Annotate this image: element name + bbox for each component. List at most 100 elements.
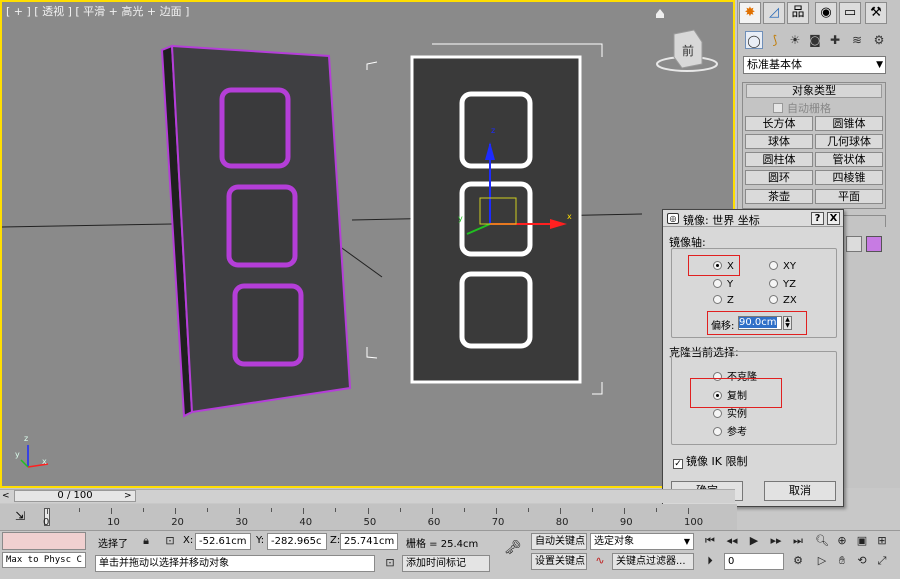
offset-input[interactable]: 90.0cm [738,316,782,330]
orbit-icon[interactable]: ⟲ [854,553,870,569]
clone-reference-radio[interactable]: 参考 [713,423,747,438]
key-mode-icon[interactable]: 🗝︎ [500,540,526,556]
sphere-button[interactable]: 球体 [745,134,813,149]
plane-button[interactable]: 平面 [815,189,883,204]
axis-yz-radio[interactable]: YZ [769,279,796,290]
slider-next-icon[interactable]: > [124,491,132,501]
close-button[interactable]: X [827,212,840,225]
time-config-icon[interactable]: ⚙ [790,553,806,569]
geometry-icon[interactable]: ◯ [745,31,763,49]
shapes-icon[interactable]: ⟆ [766,31,784,49]
trackbar-tick [367,508,369,514]
play-icon[interactable]: ▶ [746,533,762,549]
key-mode-toggle-icon[interactable]: ⏵ [702,553,718,569]
teapot-button[interactable]: 茶壶 [745,189,813,204]
trackbar-tick-label: 90 [619,517,633,528]
y-label: Y: [256,535,265,546]
clone-copy-radio[interactable]: 复制 [713,387,747,402]
perspective-viewport[interactable]: [ + ] [ 透视 ] [ 平滑 + 高光 + 边面 ] 前 z x y z … [0,0,735,488]
viewport-label-menu[interactable]: [ + ] [ 透视 ] [ 平滑 + 高光 + 边面 ] [6,3,189,19]
slider-prev-icon[interactable]: < [2,491,10,501]
trackbar-tick-label: 10 [107,517,120,528]
chevron-down-icon: ▼ [683,537,690,546]
box-button[interactable]: 长方体 [745,116,813,131]
current-frame-field[interactable]: 0 [724,553,784,570]
gizmo-y-label: y [458,214,463,223]
go-to-start-icon[interactable]: ⏮ [702,533,718,549]
cameras-icon[interactable]: ◙ [806,31,824,49]
create-tab-icon[interactable]: ✸ [739,2,761,24]
helpers-icon[interactable]: ✚ [826,31,844,49]
axis-xy-radio[interactable]: XY [769,261,796,272]
field-of-view-icon[interactable]: ▷ [814,553,830,569]
rollout-title[interactable]: 对象类型 [746,84,882,98]
world-grid-line [2,223,173,228]
viewcube-face-label[interactable]: 前 [682,42,694,59]
object-category-dropdown[interactable]: 标准基本体 ▼ [743,56,886,74]
next-frame-icon[interactable]: ▸▸ [768,533,784,549]
axis-y-radio[interactable]: Y [713,279,733,290]
set-key-icon[interactable]: ∿ [592,553,608,569]
name-field-edge[interactable] [846,236,862,252]
torus-button[interactable]: 圆环 [745,170,813,185]
pan-icon[interactable]: ✋︎ [834,553,850,569]
add-time-tag-button[interactable]: 添加时间标记 [402,555,490,572]
dialog-app-icon: ◎ [667,213,679,224]
display-tab-icon[interactable]: ▭ [839,2,861,24]
set-key-button[interactable]: 设置关键点 [531,553,587,570]
trackbar-tick [239,508,241,514]
spacewarps-icon[interactable]: ≋ [848,31,866,49]
trackbar-tick-label: 60 [427,517,441,528]
absolute-mode-icon[interactable]: ⊡ [162,533,178,549]
zoom-extents-all-icon[interactable]: ⊞ [874,533,890,549]
trackbar-tick-label: 40 [299,517,313,528]
cone-button[interactable]: 圆锥体 [815,116,883,131]
key-filters-button[interactable]: 关键点过滤器... [612,553,694,570]
geosphere-button[interactable]: 几何球体 [815,134,883,149]
zoom-extents-icon[interactable]: ▣ [854,533,870,549]
y-coordinate-field[interactable]: -282.965c [267,533,327,550]
systems-icon[interactable]: ⚙ [870,31,888,49]
auto-key-button[interactable]: 自动关键点 [531,533,587,550]
curve-editor-icon[interactable]: ⇲ [10,509,30,525]
autogrid-checkbox[interactable]: 自动栅格 [773,100,831,116]
lights-icon[interactable]: ☀ [786,31,804,49]
previous-frame-icon[interactable]: ◂◂ [724,533,740,549]
clone-instance-radio[interactable]: 实例 [713,405,747,420]
trackbar-tick [463,508,465,512]
pyramid-button[interactable]: 四棱锥 [815,170,883,185]
maxscript-input[interactable]: Max to Physc C [2,552,86,568]
modify-tab-icon[interactable]: ◿ [763,2,785,24]
tripod-z-label: z [24,434,29,443]
dialog-titlebar[interactable]: ◎ 镜像: 世界 坐标 ? X [663,210,843,227]
hierarchy-tab-icon[interactable]: 品 [787,2,809,24]
axis-zx-radio[interactable]: ZX [769,295,797,306]
maxscript-listener-pink[interactable] [2,532,86,550]
offset-spinner[interactable]: ▲ ▼ [783,316,792,330]
gizmo-z-label: z [491,126,496,135]
lock-icon[interactable]: 🔒︎ [138,533,154,549]
selected-object-dropdown[interactable]: 选定对象 ▼ [590,533,694,550]
zoom-all-icon[interactable]: ⊕ [834,533,850,549]
axis-z-radio[interactable]: Z [713,295,734,306]
trackbar-tick [431,508,433,514]
cylinder-button[interactable]: 圆柱体 [745,152,813,167]
z-coordinate-field[interactable]: 25.741cm [340,533,398,550]
utilities-tab-icon[interactable]: ⚒ [865,2,887,24]
go-to-end-icon[interactable]: ⏭ [790,533,806,549]
maximize-viewport-icon[interactable]: ⤢ [874,553,890,569]
trackbar-tick-label: 70 [491,517,505,528]
x-coordinate-field[interactable]: -52.61cm [195,533,251,550]
axis-x-radio[interactable]: X [713,261,734,272]
mirror-ik-checkbox[interactable]: ✓ 镜像 IK 限制 [673,453,747,469]
help-button[interactable]: ? [811,212,824,225]
time-slider-thumb[interactable]: 0 / 100 [14,490,136,502]
trackbar-tick [303,508,305,514]
grid-size-text: 栅格 = 25.4cm [406,539,479,550]
tube-button[interactable]: 管状体 [815,152,883,167]
zoom-icon[interactable]: 🔍︎ [814,533,830,549]
object-color-swatch[interactable] [866,236,882,252]
add-time-tag-icon[interactable]: ⊡ [382,555,398,571]
cancel-button[interactable]: 取消 [764,481,836,501]
motion-tab-icon[interactable]: ◉ [815,2,837,24]
